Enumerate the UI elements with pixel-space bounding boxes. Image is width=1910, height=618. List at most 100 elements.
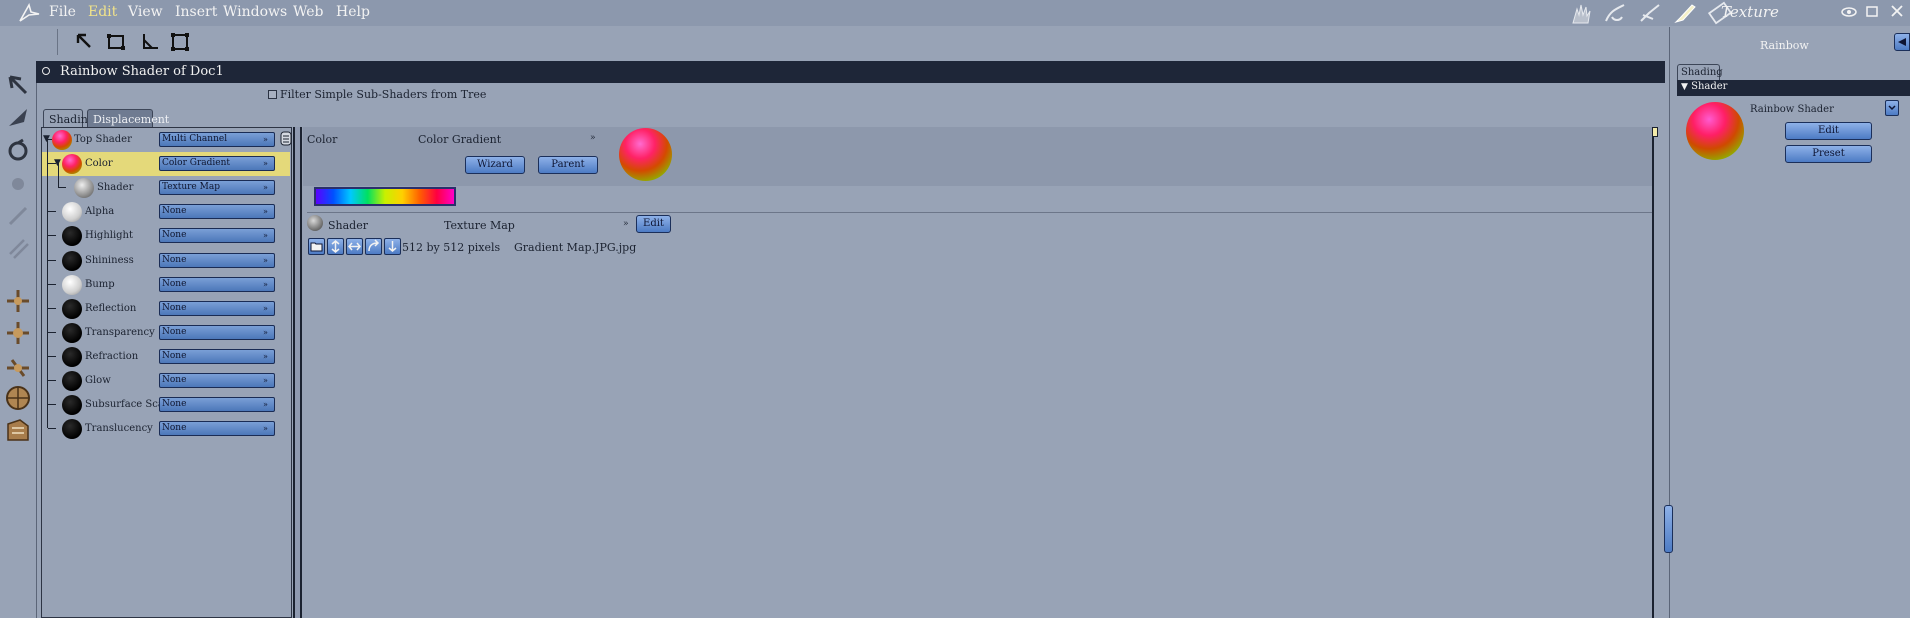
tree-shader-ball: [62, 395, 82, 415]
tree-shader-dropdown[interactable]: None »: [159, 421, 275, 436]
tree-row-label: Refraction: [85, 351, 139, 362]
app-logo-icon[interactable]: [18, 2, 40, 23]
flip-horizontal-icon[interactable]: [346, 238, 363, 255]
right-preset-button[interactable]: Preset: [1785, 145, 1872, 163]
tree-shader-dropdown[interactable]: None »: [159, 204, 275, 219]
angle-icon[interactable]: [139, 31, 161, 53]
tree-shader-dropdown[interactable]: Texture Map »: [159, 180, 275, 195]
editor-scroll-marker[interactable]: [1652, 127, 1658, 137]
tree-connector: [48, 356, 56, 357]
tree-splitter[interactable]: [293, 127, 302, 618]
tab-displacement[interactable]: Displacement: [87, 109, 169, 127]
maximize-icon[interactable]: [1864, 3, 1880, 21]
dropdown-chevron-icon: »: [263, 256, 268, 265]
tree-row-label: Subsurface Scat: [85, 399, 168, 410]
close-icon[interactable]: [1889, 3, 1905, 21]
right-tab-shading[interactable]: Shading: [1677, 64, 1723, 81]
tree-shader-ball: [74, 178, 94, 198]
dropdown-chevron-icon: »: [263, 424, 268, 433]
frame-icon[interactable]: [169, 31, 191, 53]
dropdown-chevron-icon: »: [263, 183, 268, 192]
tree-shader-ball: [62, 275, 82, 295]
panel-pin-icon[interactable]: [1894, 33, 1910, 51]
panel-collapse-handle[interactable]: [1664, 505, 1673, 553]
preview-sphere: [619, 128, 672, 181]
right-preview-sphere: [1686, 102, 1744, 160]
texture-filename: Gradient Map.JPG.jpg: [514, 241, 637, 254]
move-yz-tool-icon[interactable]: [4, 352, 32, 380]
tree-shader-dropdown[interactable]: None »: [159, 349, 275, 364]
toolbar: [0, 27, 1665, 59]
tree-shader-ball: [62, 299, 82, 319]
channel-chevron-icon[interactable]: »: [590, 133, 596, 143]
dropdown-chevron-icon: »: [263, 207, 268, 216]
flip-vertical-icon[interactable]: [327, 238, 344, 255]
tree-shader-dropdown[interactable]: Color Gradient »: [159, 156, 275, 171]
dropdown-value: None: [162, 230, 187, 240]
menu-help[interactable]: Help: [336, 4, 370, 20]
move-xz-tool-icon[interactable]: [4, 319, 32, 347]
menu-windows[interactable]: Windows: [223, 4, 287, 20]
tree-connector: [48, 308, 56, 309]
move-xy-tool-icon[interactable]: [4, 287, 32, 315]
rotate-tool-icon[interactable]: [4, 137, 32, 165]
tab-shading[interactable]: Shading: [43, 109, 95, 127]
tree-shader-dropdown[interactable]: None »: [159, 253, 275, 268]
channel-label: Color: [307, 133, 338, 146]
filter-checkbox[interactable]: [268, 90, 277, 99]
menu-view[interactable]: View: [128, 4, 163, 20]
tree-connector: [48, 260, 56, 261]
tree-shader-dropdown[interactable]: Multi Channel »: [159, 132, 275, 147]
info-icon[interactable]: [384, 238, 401, 255]
dropdown-chevron-icon: »: [263, 328, 268, 337]
rotate-texture-icon[interactable]: [365, 238, 382, 255]
texture-map-tool-icon[interactable]: [4, 416, 32, 444]
room-texture-brush-icon[interactable]: [1672, 1, 1698, 25]
tree-shader-dropdown[interactable]: None »: [159, 325, 275, 340]
color-gradient-bar[interactable]: [314, 187, 456, 206]
sub-shader-value: Texture Map: [444, 219, 515, 232]
trackball-tool-icon[interactable]: [4, 384, 32, 412]
parent-button[interactable]: Parent: [538, 156, 598, 174]
tree-connector: [48, 284, 56, 285]
tree-connector: [48, 404, 56, 405]
dropdown-value: None: [162, 399, 187, 409]
tree-row-label: Highlight: [85, 230, 134, 241]
tree-shader-dropdown[interactable]: None »: [159, 373, 275, 388]
room-model-icon[interactable]: [1637, 1, 1663, 25]
section-collapse-icon[interactable]: ▼: [1681, 82, 1688, 92]
right-edit-button[interactable]: Edit: [1785, 122, 1872, 140]
tree-shader-dropdown[interactable]: None »: [159, 301, 275, 316]
bounding-box-icon[interactable]: [105, 31, 127, 53]
tree-row-label: Glow: [85, 375, 111, 386]
tree-connector: [48, 235, 56, 236]
sub-shader-chevron-icon[interactable]: »: [623, 219, 629, 229]
select-arrow-icon[interactable]: [73, 31, 95, 53]
menu-file[interactable]: File: [49, 4, 76, 20]
translate-tool-icon[interactable]: [4, 202, 32, 230]
room-figure-icon[interactable]: [1602, 1, 1628, 25]
shader-section-header[interactable]: ▼ Shader: [1677, 80, 1910, 96]
section-title: Shader: [1691, 81, 1728, 92]
tree-shader-dropdown[interactable]: None »: [159, 228, 275, 243]
eye-icon[interactable]: [1841, 3, 1857, 21]
panel-options-dot-icon[interactable]: [42, 67, 50, 75]
tree-connector: [48, 211, 56, 212]
tree-shader-dropdown[interactable]: None »: [159, 397, 275, 412]
room-hand-icon[interactable]: [1568, 1, 1594, 25]
open-folder-icon[interactable]: [308, 238, 325, 255]
edit-texture-button[interactable]: Edit: [636, 215, 671, 233]
tree-shader-dropdown[interactable]: None »: [159, 277, 275, 292]
right-options-chevron-icon[interactable]: [1885, 100, 1899, 116]
menu-edit[interactable]: Edit: [88, 4, 117, 20]
scale-tool-icon[interactable]: [4, 234, 32, 262]
grab-tool-icon[interactable]: [4, 104, 32, 132]
wizard-button[interactable]: Wizard: [465, 156, 525, 174]
menu-insert[interactable]: Insert: [175, 4, 217, 20]
menu-web[interactable]: Web: [293, 4, 324, 20]
dropdown-value: Multi Channel: [162, 134, 228, 144]
twist-tool-icon[interactable]: [4, 169, 32, 197]
tree-sub-spine: [58, 162, 59, 187]
pointer-tool-icon[interactable]: [4, 72, 32, 100]
tree-scroll-icon[interactable]: [280, 131, 292, 146]
